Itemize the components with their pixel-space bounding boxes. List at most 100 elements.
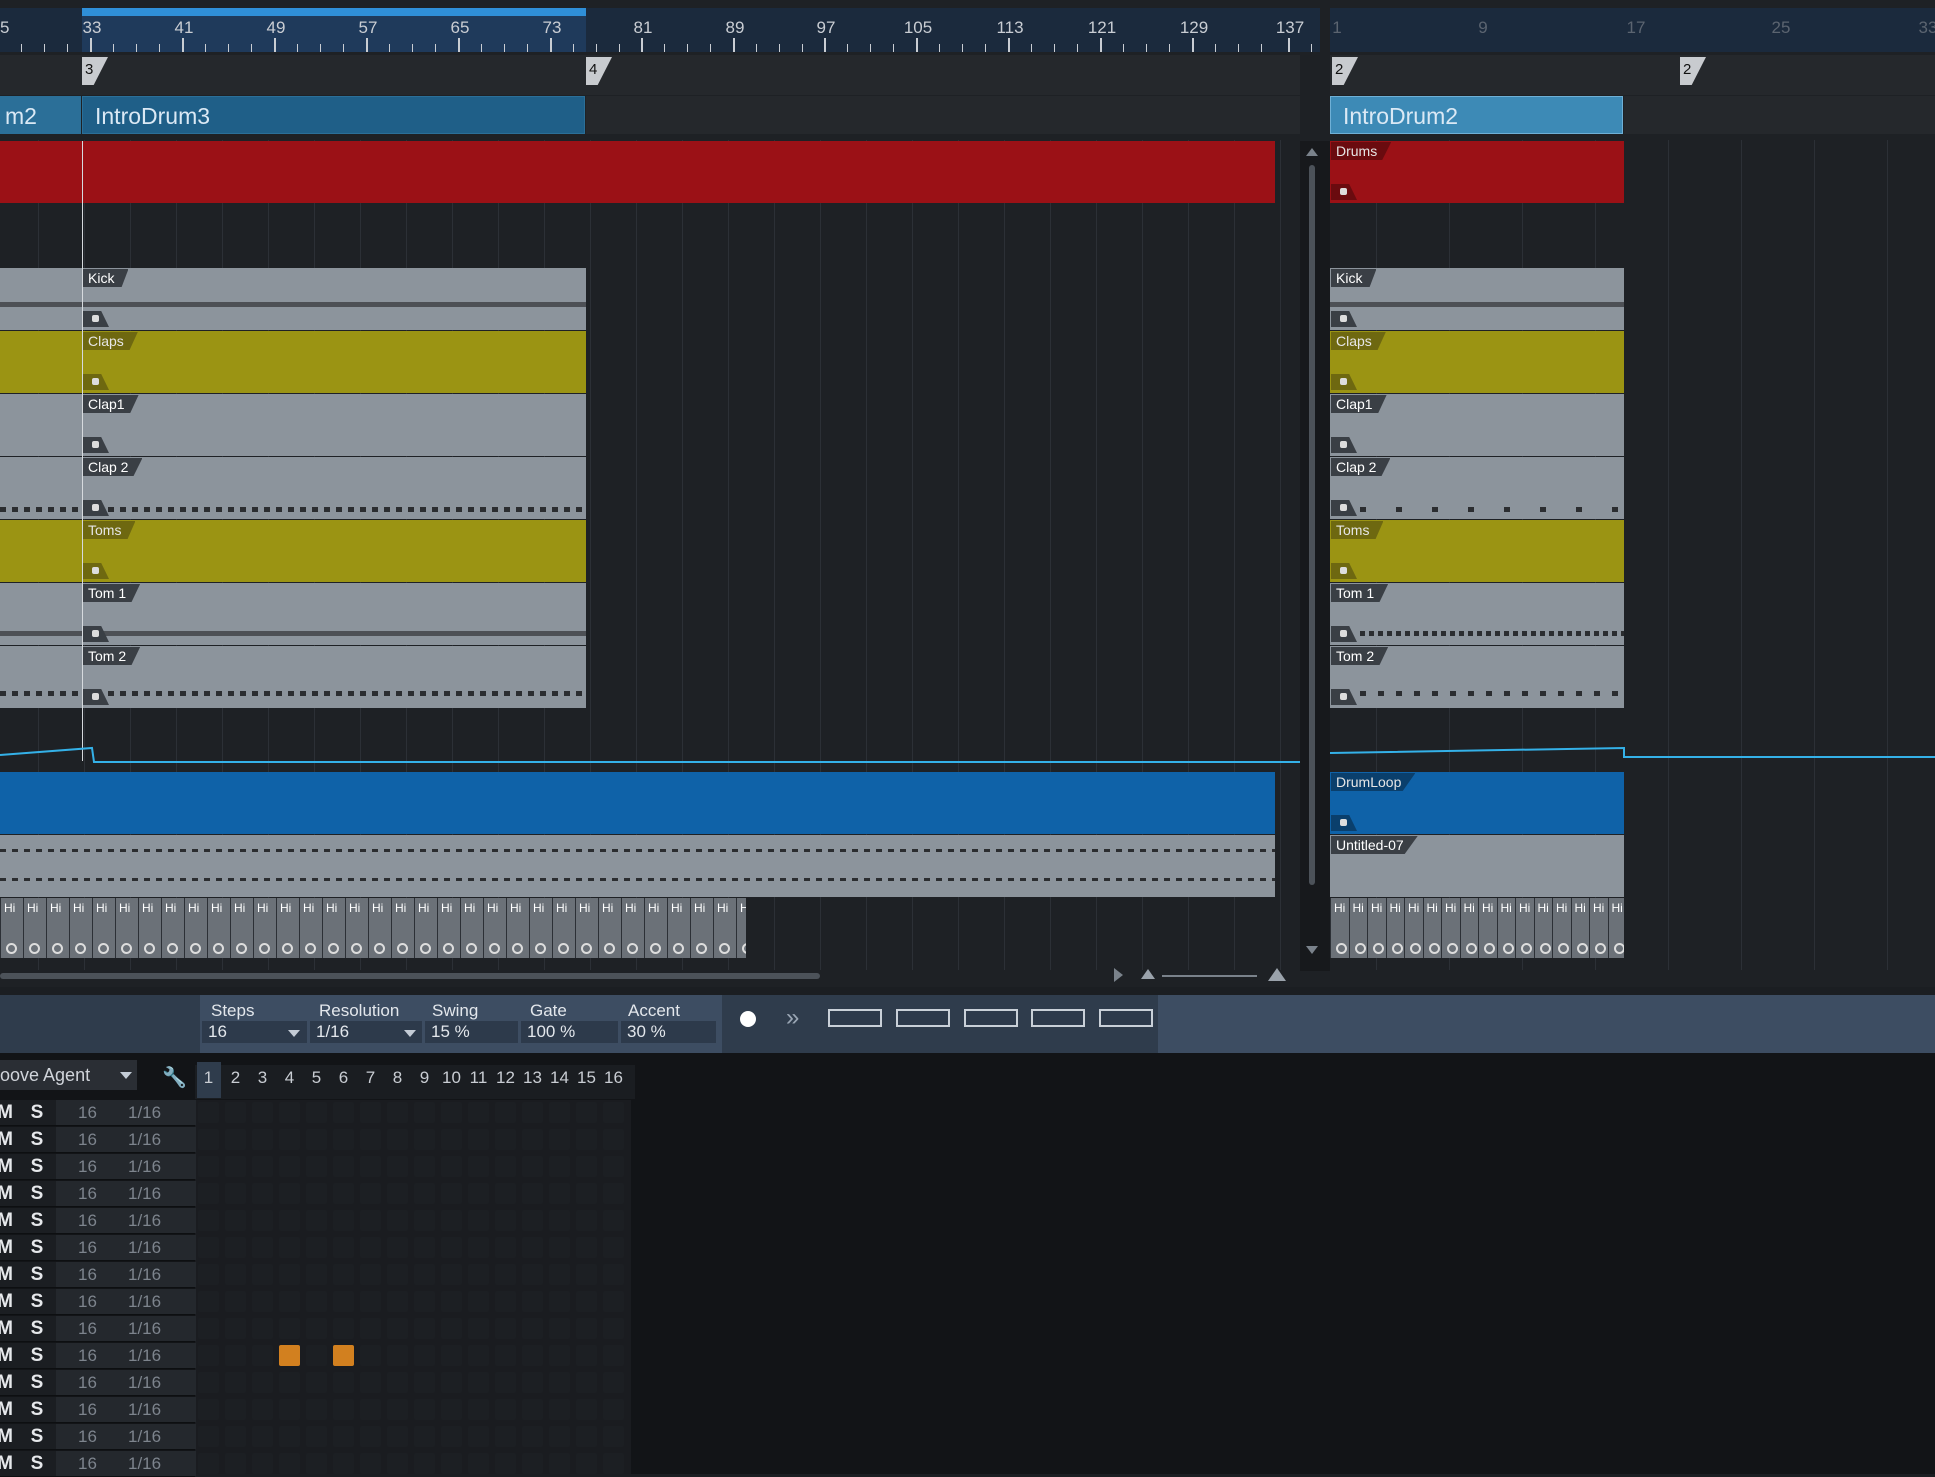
hihat-event[interactable]: Hi: [483, 898, 506, 958]
mute-button[interactable]: M: [0, 1235, 16, 1260]
step-cell[interactable]: [198, 1345, 219, 1366]
step-cell[interactable]: [279, 1102, 300, 1123]
step-cell[interactable]: [306, 1210, 327, 1231]
step-cell[interactable]: [414, 1345, 435, 1366]
step-cell[interactable]: [333, 1426, 354, 1447]
hihat-event[interactable]: Hi: [437, 898, 460, 958]
step-cell[interactable]: [279, 1129, 300, 1150]
mute-button[interactable]: M: [0, 1127, 16, 1152]
solo-button[interactable]: S: [26, 1343, 48, 1368]
step-cell[interactable]: [549, 1210, 570, 1231]
mute-button[interactable]: M: [0, 1451, 16, 1476]
step-cell[interactable]: [441, 1345, 462, 1366]
step-cell[interactable]: [603, 1453, 624, 1474]
swing-field[interactable]: 15 %: [425, 1021, 518, 1043]
mute-button[interactable]: M: [0, 1181, 16, 1206]
solo-button[interactable]: S: [26, 1154, 48, 1179]
step-cell[interactable]: [441, 1129, 462, 1150]
step-cell[interactable]: [360, 1183, 381, 1204]
row-settings[interactable]: 16 1/16: [56, 1100, 196, 1125]
step-cell[interactable]: [603, 1156, 624, 1177]
step-cell[interactable]: [603, 1372, 624, 1393]
step-cell[interactable]: [387, 1264, 408, 1285]
mute-button[interactable]: M: [0, 1343, 16, 1368]
step-cell[interactable]: [279, 1291, 300, 1312]
step-cell[interactable]: [576, 1426, 597, 1447]
step-cell[interactable]: [225, 1345, 246, 1366]
hihat-event[interactable]: Hi: [322, 898, 345, 958]
step-cell[interactable]: [387, 1372, 408, 1393]
row-settings[interactable]: 16 1/16: [56, 1127, 196, 1152]
row-settings[interactable]: 16 1/16: [56, 1181, 196, 1206]
step-number[interactable]: 2: [222, 1068, 249, 1088]
step-cell[interactable]: [522, 1318, 543, 1339]
step-cell[interactable]: [441, 1264, 462, 1285]
step-cell[interactable]: [522, 1453, 543, 1474]
step-cell[interactable]: [225, 1129, 246, 1150]
step-cell[interactable]: [306, 1264, 327, 1285]
step-cell[interactable]: [279, 1183, 300, 1204]
step-cell[interactable]: [468, 1453, 489, 1474]
step-number[interactable]: 9: [411, 1068, 438, 1088]
step-cell[interactable]: [603, 1399, 624, 1420]
steps-dropdown-icon[interactable]: [288, 1030, 300, 1037]
step-cell[interactable]: [522, 1183, 543, 1204]
step-cell[interactable]: [441, 1318, 462, 1339]
step-cell[interactable]: [441, 1399, 462, 1420]
step-cell[interactable]: [549, 1183, 570, 1204]
scroll-down-icon[interactable]: [1306, 946, 1318, 954]
step-cell[interactable]: [333, 1291, 354, 1312]
automation-curve[interactable]: [0, 735, 1935, 765]
step-cell[interactable]: [198, 1318, 219, 1339]
step-cell[interactable]: [225, 1210, 246, 1231]
step-cell[interactable]: [252, 1453, 273, 1474]
zoom-out-icon[interactable]: [1141, 969, 1155, 979]
row-settings[interactable]: 16 1/16: [56, 1289, 196, 1314]
step-cell[interactable]: [360, 1345, 381, 1366]
step-cell[interactable]: [279, 1237, 300, 1258]
step-cell[interactable]: [549, 1399, 570, 1420]
hihat-event[interactable]: Hi: [184, 898, 207, 958]
step-cell[interactable]: [468, 1102, 489, 1123]
pattern-mode-3-button[interactable]: [964, 1009, 1018, 1027]
step-cell[interactable]: [306, 1102, 327, 1123]
step-cell[interactable]: [252, 1210, 273, 1231]
step-cell[interactable]: [495, 1156, 516, 1177]
hihat-event[interactable]: Hi: [115, 898, 138, 958]
step-cell[interactable]: [522, 1102, 543, 1123]
step-cell[interactable]: [522, 1264, 543, 1285]
step-cell[interactable]: [603, 1210, 624, 1231]
step-cell[interactable]: [549, 1156, 570, 1177]
step-cell[interactable]: [333, 1399, 354, 1420]
step-cell[interactable]: [252, 1426, 273, 1447]
step-cell[interactable]: [441, 1237, 462, 1258]
step-cell[interactable]: [333, 1345, 354, 1366]
drumloop-part-left[interactable]: [0, 772, 1275, 834]
step-cell[interactable]: [306, 1453, 327, 1474]
step-cell[interactable]: [522, 1156, 543, 1177]
step-cell[interactable]: [225, 1318, 246, 1339]
solo-button[interactable]: S: [26, 1181, 48, 1206]
step-cell[interactable]: [603, 1183, 624, 1204]
step-cell[interactable]: [576, 1345, 597, 1366]
step-cell[interactable]: [252, 1237, 273, 1258]
step-number[interactable]: 4: [276, 1068, 303, 1088]
step-cell[interactable]: [576, 1156, 597, 1177]
step-cell[interactable]: [225, 1372, 246, 1393]
hihat-row-right[interactable]: Hi Hi Hi Hi Hi Hi Hi Hi Hi Hi Hi Hi Hi Hi Hi Hi: [1330, 898, 1624, 958]
step-number[interactable]: 6: [330, 1068, 357, 1088]
solo-button[interactable]: S: [26, 1451, 48, 1476]
step-cell[interactable]: [360, 1156, 381, 1177]
solo-button[interactable]: S: [26, 1127, 48, 1152]
hihat-event[interactable]: Hi: [1607, 898, 1624, 958]
step-cell[interactable]: [441, 1102, 462, 1123]
step-cell[interactable]: [441, 1156, 462, 1177]
instrument-dropdown-icon[interactable]: [120, 1072, 132, 1079]
gate-field[interactable]: 100 %: [521, 1021, 618, 1043]
pattern-mode-5-button[interactable]: [1099, 1009, 1153, 1027]
step-cell[interactable]: [360, 1102, 381, 1123]
step-cell[interactable]: [198, 1264, 219, 1285]
scroll-right-icon[interactable]: [1114, 968, 1123, 982]
step-cell[interactable]: [522, 1345, 543, 1366]
step-cell[interactable]: [333, 1453, 354, 1474]
